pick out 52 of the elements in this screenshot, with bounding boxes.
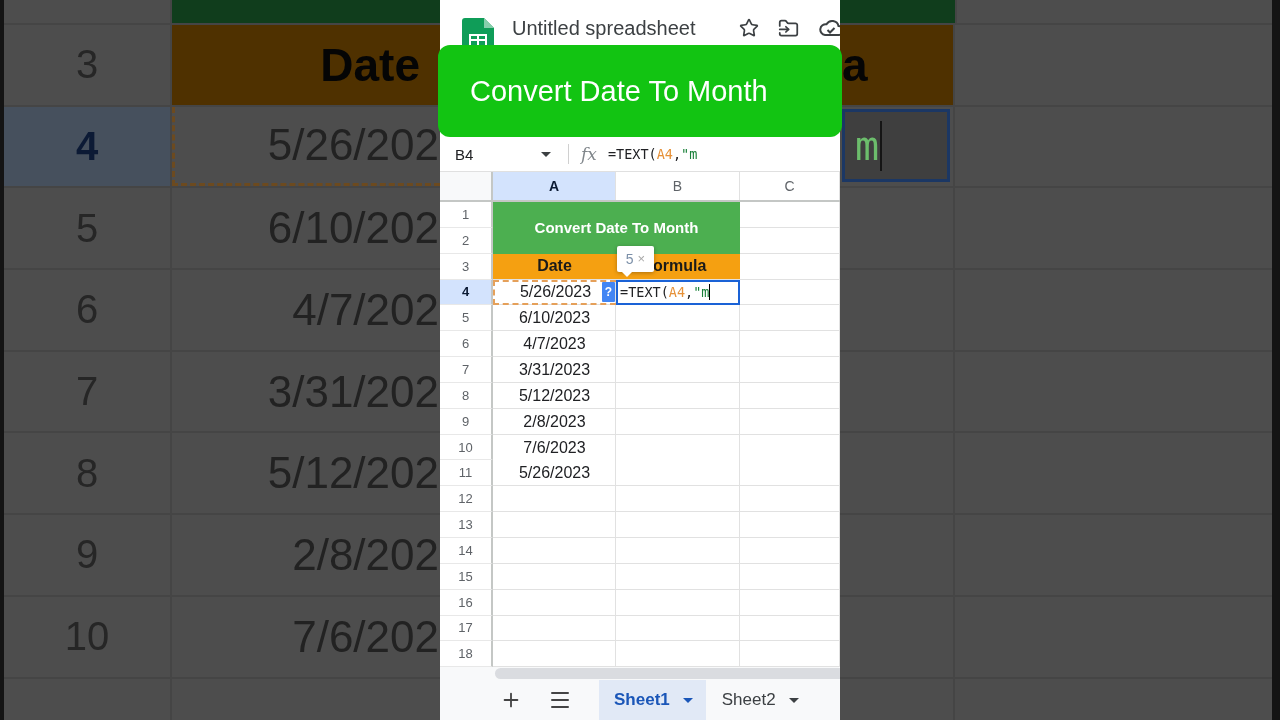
row-number[interactable]: 7 bbox=[440, 357, 493, 383]
table-cell-text: 4/7/2023 bbox=[522, 334, 587, 355]
header-cell: Date bbox=[172, 25, 440, 105]
header-text: Date bbox=[537, 257, 572, 276]
sheet-tab[interactable]: Sheet1 bbox=[599, 680, 706, 720]
function-label: fx bbox=[581, 144, 597, 164]
caret-icon bbox=[541, 151, 551, 157]
row-number[interactable]: 9 bbox=[440, 408, 493, 435]
caret-icon bbox=[682, 697, 693, 703]
row-number[interactable]: 17 bbox=[440, 615, 493, 642]
table-cell-text: 5/12/2023 bbox=[517, 385, 592, 406]
text-cursor bbox=[880, 120, 883, 171]
row-number[interactable]: 15 bbox=[440, 563, 493, 590]
row-number[interactable]: 1 bbox=[440, 202, 493, 228]
row-number[interactable]: 16 bbox=[440, 589, 493, 616]
row-number[interactable]: 5 bbox=[440, 305, 493, 332]
row-number: 4 bbox=[4, 106, 172, 187]
table-cell-text: 3/31/2023 bbox=[517, 360, 592, 380]
table-cell-text: 7/6/2023 bbox=[522, 437, 587, 458]
row-number[interactable]: 14 bbox=[440, 537, 493, 564]
cloud-check-icon[interactable] bbox=[818, 18, 840, 38]
folder-arrow-icon[interactable] bbox=[778, 17, 799, 39]
sheet-tab[interactable]: Sheet2 bbox=[705, 680, 812, 720]
star-icon[interactable] bbox=[739, 18, 759, 38]
caret-icon bbox=[788, 697, 799, 703]
row-number[interactable]: 12 bbox=[440, 486, 493, 513]
text-cursor bbox=[709, 284, 711, 301]
row-number[interactable]: 13 bbox=[440, 512, 493, 538]
title-cell: Convert Date To Month bbox=[493, 202, 740, 254]
row-number[interactable]: 10 bbox=[440, 434, 493, 461]
row-number[interactable]: 6 bbox=[440, 331, 493, 358]
help-button[interactable]: ? bbox=[602, 281, 615, 302]
row-number[interactable]: 2 bbox=[440, 227, 493, 254]
row-number[interactable]: 11 bbox=[440, 460, 493, 487]
table-cell-text: 5/26/2023 bbox=[517, 463, 592, 484]
row-number[interactable]: 4 bbox=[440, 279, 493, 306]
header-text: ormula bbox=[653, 257, 707, 276]
column-header[interactable]: A bbox=[493, 172, 616, 200]
formula-input[interactable]: =TEXT(A4,"m bbox=[607, 146, 698, 162]
cell-editor[interactable]: =TEXT(A4,"m bbox=[616, 279, 740, 306]
row-number[interactable]: 18 bbox=[440, 641, 493, 668]
table-cell-text: 6/10/2023 bbox=[517, 308, 592, 329]
name-box[interactable]: B4 bbox=[440, 139, 560, 169]
spreadsheet-logo-icon[interactable] bbox=[462, 18, 494, 45]
document-title[interactable]: Untitled spreadsheet bbox=[512, 14, 696, 42]
title-banner: Convert Date To Month bbox=[438, 45, 842, 137]
row-number[interactable]: 8 bbox=[440, 382, 493, 409]
cell-editor[interactable]: m bbox=[842, 108, 950, 183]
header-cell: a bbox=[840, 25, 953, 105]
table-cell-text: 2/8/2023 bbox=[522, 411, 587, 432]
row-number[interactable]: 3 bbox=[440, 253, 493, 280]
scrollbar[interactable] bbox=[495, 668, 840, 680]
